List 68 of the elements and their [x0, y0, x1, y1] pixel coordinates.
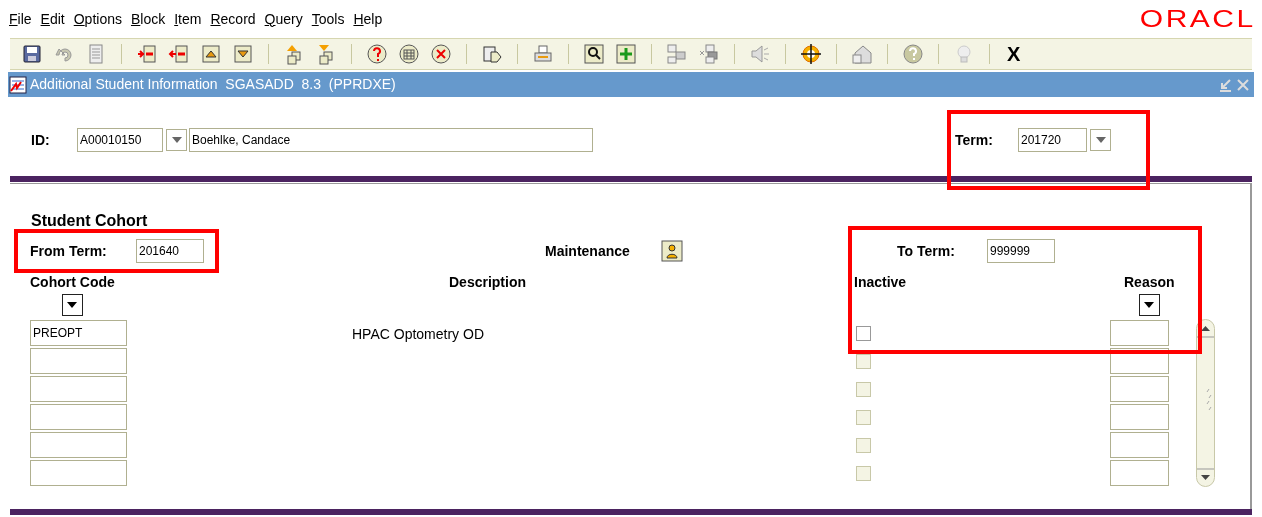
- field-label: Maintenance: [545, 241, 631, 261]
- speaker-icon[interactable]: [749, 43, 771, 65]
- reason-field[interactable]: [1110, 376, 1169, 402]
- name-field[interactable]: Boehlke, Candace: [189, 128, 593, 152]
- help-icon[interactable]: [902, 43, 924, 65]
- menu-item[interactable]: Query: [264, 8, 303, 30]
- person-icon[interactable]: [661, 240, 683, 262]
- id-field[interactable]: A00010150: [77, 128, 163, 152]
- description-text: HPAC Optometry OD: [352, 325, 485, 342]
- question-cylinder-icon[interactable]: [366, 43, 388, 65]
- column-header: Inactive: [854, 273, 907, 292]
- scrollbar[interactable]: [1196, 319, 1215, 487]
- column-header: Description: [449, 273, 526, 292]
- printer-icon[interactable]: [532, 43, 554, 65]
- to-term-field[interactable]: 999999: [987, 239, 1055, 263]
- column-header: Cohort Code: [30, 273, 115, 292]
- field-label: To Term:: [897, 241, 956, 261]
- column-header: Reason: [1124, 273, 1175, 292]
- menu-item[interactable]: Options: [73, 8, 122, 30]
- caret-icon: [1095, 136, 1106, 144]
- save-icon[interactable]: [21, 43, 43, 65]
- menu-item[interactable]: Tools: [311, 8, 345, 30]
- reason-field[interactable]: [1110, 432, 1169, 458]
- caret-icon: [171, 136, 182, 144]
- menu-item[interactable]: File: [9, 8, 32, 30]
- search-icon[interactable]: [583, 43, 605, 65]
- term-field[interactable]: 201720: [1018, 128, 1087, 152]
- page-up-icon[interactable]: [200, 43, 222, 65]
- grid-cylinder-icon[interactable]: [398, 43, 420, 65]
- page-down-icon[interactable]: [232, 43, 254, 65]
- tree-icon[interactable]: [666, 43, 688, 65]
- cohort-code-field[interactable]: [30, 404, 127, 430]
- cohort-code-field[interactable]: [30, 348, 127, 374]
- reason-field[interactable]: [1110, 404, 1169, 430]
- form-icon[interactable]: [8, 74, 28, 95]
- field-label: Term:: [955, 130, 994, 150]
- reason-field[interactable]: [1110, 320, 1169, 346]
- menu-item[interactable]: Edit: [40, 8, 65, 30]
- dropdown-button[interactable]: [61, 294, 83, 316]
- from-term-field[interactable]: 201640: [136, 239, 204, 263]
- crosshair-icon[interactable]: [800, 43, 822, 65]
- menu-item[interactable]: Help: [353, 8, 383, 30]
- x-cylinder-icon[interactable]: [430, 43, 452, 65]
- cohort-code-field[interactable]: PREOPT: [30, 320, 127, 346]
- cohort-code-field[interactable]: [30, 376, 127, 402]
- menu-item[interactable]: Block: [130, 8, 166, 30]
- field-label: From Term:: [30, 241, 108, 261]
- caret-icon: [1144, 301, 1155, 309]
- house-stack-icon[interactable]: [851, 43, 873, 65]
- exit-button[interactable]: X: [1007, 44, 1021, 64]
- field-label: ID:: [31, 130, 51, 150]
- tree-x-icon[interactable]: [698, 43, 720, 65]
- close-icon[interactable]: [1236, 77, 1250, 92]
- menu-item[interactable]: Item: [174, 8, 202, 30]
- cohort-code-field[interactable]: [30, 460, 127, 486]
- minimize-icon[interactable]: [1218, 77, 1232, 92]
- caret-icon: [67, 301, 78, 309]
- cohort-code-field[interactable]: [30, 432, 127, 458]
- section-title: Student Cohort: [31, 211, 148, 231]
- dropdown-button[interactable]: [1138, 294, 1160, 316]
- page-arrow-icon[interactable]: [481, 43, 503, 65]
- reason-field[interactable]: [1110, 460, 1169, 486]
- plus-icon[interactable]: [615, 43, 637, 65]
- menu-item[interactable]: Record: [210, 8, 256, 30]
- oracle-logo: ORACL: [1140, 7, 1256, 31]
- window-title: Additional Student Information SGASADD 8.3 (PPRDXE): [30, 75, 396, 94]
- row-remove-icon[interactable]: [168, 43, 190, 65]
- row-insert-icon[interactable]: [136, 43, 158, 65]
